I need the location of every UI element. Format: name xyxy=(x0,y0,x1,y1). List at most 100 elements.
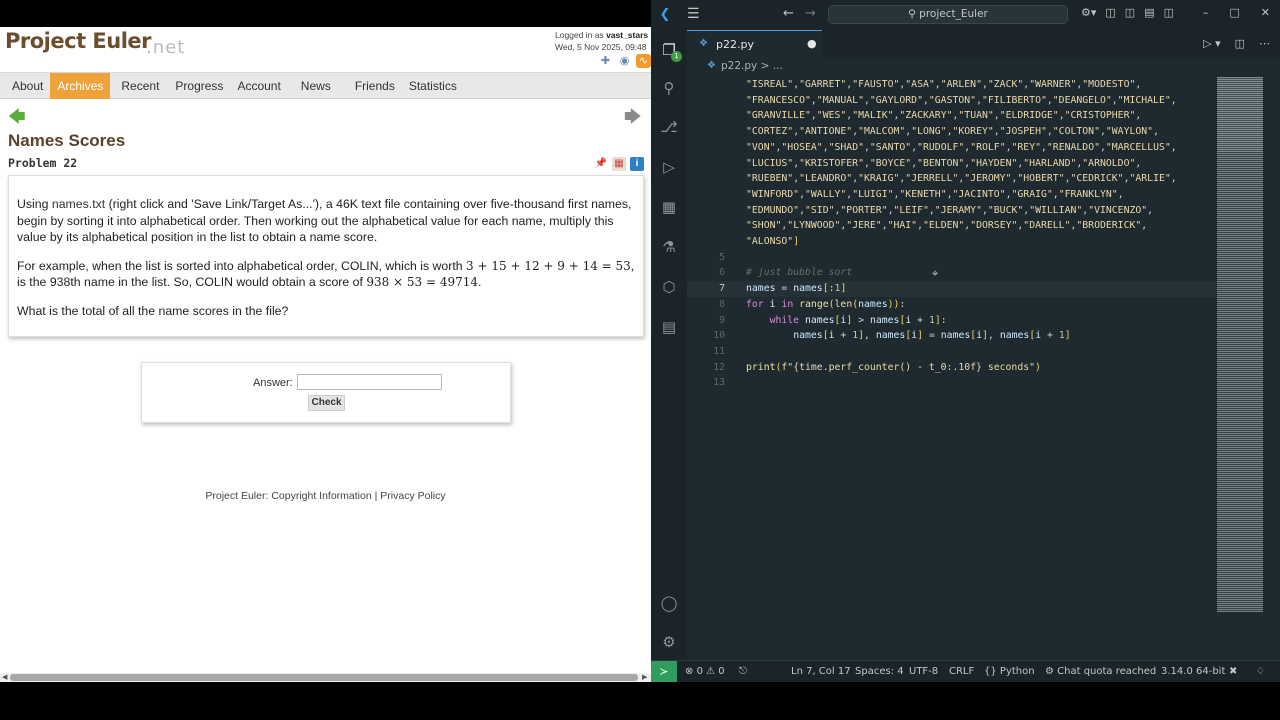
nav-about[interactable]: About xyxy=(0,73,50,99)
privacy-policy-link[interactable]: Privacy Policy xyxy=(380,490,445,502)
bell-icon[interactable]: ♢ xyxy=(1256,661,1265,682)
encoding[interactable]: UTF-8 xyxy=(909,661,938,682)
problem-question: What is the total of all the name scores… xyxy=(17,303,289,318)
source-control-icon[interactable]: ⎇ xyxy=(659,117,679,137)
run-file-icon[interactable]: ▷ ▾ xyxy=(1203,37,1220,50)
problems-indicator[interactable]: ⊗ 0 ⚠ 0 xyxy=(685,661,725,682)
close-icon[interactable]: ✕ xyxy=(1261,6,1270,19)
code-line[interactable]: 10 names[i + 1], names[i] = names[i], na… xyxy=(687,328,1217,344)
mouse-ibeam-icon: ⌖ xyxy=(932,267,939,280)
notifications-off-icon[interactable]: ✖ xyxy=(1229,661,1237,682)
code-text: "EDMUNDO","SID","PORTER","LEIF","JERAMY"… xyxy=(746,204,1154,216)
language-mode[interactable]: {} Python xyxy=(984,661,1035,682)
settings-gear-icon[interactable]: ⚙ xyxy=(659,632,679,652)
remote-explorer-icon[interactable]: ▤ xyxy=(659,317,679,337)
code-line[interactable]: 12 print(f"{time.perf_counter() - t_0:.10… xyxy=(687,360,1217,376)
nav-progress[interactable]: Progress xyxy=(168,73,230,99)
code-line[interactable]: 9 while names[i] > names[i + 1]: xyxy=(687,313,1217,329)
login-date: Wed, 5 Nov 2025, 09:48 xyxy=(555,42,647,52)
code-line[interactable]: 7 names = names[:1] xyxy=(687,281,1217,297)
breadcrumb: ❖ p22.py > ... xyxy=(687,57,1280,77)
code-line[interactable]: "CORTEZ","ANTIONE","MALCOM","LONG","KORE… xyxy=(687,124,1217,140)
indentation[interactable]: Spaces: 4 xyxy=(855,661,904,682)
breadcrumb-path[interactable]: p22.py > ... xyxy=(721,60,783,72)
code-line[interactable]: 5 xyxy=(687,250,1217,266)
copilot-icon[interactable]: ⚙▾ xyxy=(1081,6,1096,19)
nav-account[interactable]: Account xyxy=(230,73,287,99)
pin-icon[interactable]: 📌 xyxy=(594,157,608,171)
extensions-icon[interactable]: ▦ xyxy=(659,197,679,217)
login-username[interactable]: vast_stars xyxy=(606,30,648,40)
minimap-slider[interactable] xyxy=(1217,77,1263,152)
nav-friends[interactable]: Friends xyxy=(348,73,402,99)
next-problem-arrow-icon[interactable]: 🡆 xyxy=(624,108,642,125)
names-file-link[interactable]: names.txt xyxy=(52,197,105,211)
containers-icon[interactable]: ⬡ xyxy=(659,277,679,297)
toggle-panel-icon[interactable]: ▤ xyxy=(1144,6,1154,19)
testing-icon[interactable]: ⚗ xyxy=(659,237,679,257)
minimize-icon[interactable]: – xyxy=(1203,6,1209,19)
print-icon[interactable]: ▦ xyxy=(612,157,626,171)
info-icon[interactable]: i xyxy=(630,157,644,171)
nav-news[interactable]: News xyxy=(294,73,338,99)
nav-archives[interactable]: Archives xyxy=(50,73,111,99)
run-debug-icon[interactable]: ▷ xyxy=(659,157,679,177)
cursor-position[interactable]: Ln 7, Col 17 xyxy=(791,661,851,682)
ports-icon[interactable]: ⎋ xyxy=(739,661,747,682)
copyright-link[interactable]: Copyright Information xyxy=(271,490,371,502)
check-button[interactable]: Check xyxy=(308,395,345,411)
footer-separator: | xyxy=(374,490,378,502)
nav-recent[interactable]: Recent xyxy=(114,73,166,99)
scroll-left-icon[interactable]: ◀ xyxy=(2,673,7,682)
search-icon[interactable]: ⚲ xyxy=(659,78,679,98)
split-editor-icon[interactable]: ◫ xyxy=(1235,37,1245,50)
menu-icon[interactable]: ☰ xyxy=(687,6,703,22)
line-number: 11 xyxy=(713,345,725,357)
code-line[interactable]: "LUCIUS","KRISTOFER","BOYCE","BENTON","H… xyxy=(687,156,1217,172)
code-line[interactable]: 6 # just bubble sort xyxy=(687,265,1217,281)
remote-indicator-icon[interactable]: ≻ xyxy=(651,661,677,682)
previous-problem-arrow-icon[interactable]: 🡄 xyxy=(8,108,26,125)
code-line[interactable]: "ALONSO"] xyxy=(687,234,1217,250)
code-line[interactable]: "RUEBEN","LEANDRO","KRAIG","JERRELL","JE… xyxy=(687,171,1217,187)
site-nav: About Archives Recent Progress Account N… xyxy=(0,72,651,99)
maximize-icon[interactable]: □ xyxy=(1229,6,1239,19)
site-logo[interactable]: Project Euler xyxy=(5,29,152,53)
tab-p22-py[interactable]: ❖ p22.py ● xyxy=(687,30,822,57)
scroll-right-icon[interactable]: ▶ xyxy=(642,673,647,682)
answer-input[interactable] xyxy=(297,374,442,390)
code-line[interactable]: "WINFORD","WALLY","LUIGI","KENETH","JACI… xyxy=(687,187,1217,203)
code-line[interactable]: "VON","HOSEA","SHAD","SANTO","RUDOLF","R… xyxy=(687,140,1217,156)
toggle-secondary-sidebar-icon[interactable]: ◫ xyxy=(1164,6,1174,19)
code-line[interactable]: 11 xyxy=(687,344,1217,360)
scrollbar-thumb[interactable] xyxy=(10,674,638,681)
horizontal-scrollbar[interactable]: ◀ ▶ xyxy=(0,673,651,682)
minimap-content xyxy=(1217,77,1263,612)
back-arrow-icon[interactable]: ← xyxy=(783,6,794,21)
globe-icon[interactable]: ◉ xyxy=(617,54,632,68)
problem-number: Problem 22 xyxy=(8,156,78,170)
chat-status[interactable]: ⚙ Chat quota reached xyxy=(1045,661,1156,682)
code-line[interactable]: "FRANCESCO","MANUAL","GAYLORD","GASTON",… xyxy=(687,93,1217,109)
minimap[interactable] xyxy=(1217,77,1265,612)
more-actions-icon[interactable]: ⋯ xyxy=(1259,37,1270,50)
code-line[interactable]: 8 for i in range(len(names)): xyxy=(687,297,1217,313)
layout-icon[interactable]: ◫ xyxy=(1105,6,1115,19)
code-line[interactable]: "GRANVILLE","WES","MALIK","ZACKARY","TUA… xyxy=(687,108,1217,124)
command-center-search[interactable]: ⚲ project_Euler xyxy=(828,5,1068,24)
code-line[interactable]: "SHON","LYNWOOD","JERE","HAI","ELDEN","D… xyxy=(687,218,1217,234)
toggle-sidebar-icon[interactable]: ◫ xyxy=(1125,6,1135,19)
python-interpreter[interactable]: 3.14.0 64-bit xyxy=(1161,661,1225,682)
code-text: for i in range(len(names)): xyxy=(746,298,906,310)
rss-icon[interactable]: ∿ xyxy=(636,54,651,68)
forward-arrow-icon[interactable]: → xyxy=(805,6,816,21)
nav-statistics[interactable]: Statistics xyxy=(402,73,464,99)
code-line[interactable]: 13 xyxy=(687,375,1217,391)
add-friend-icon[interactable]: ✚ xyxy=(598,54,613,68)
line-ending[interactable]: CRLF xyxy=(949,661,974,682)
unsaved-dot-icon[interactable]: ● xyxy=(807,37,817,50)
code-editor[interactable]: "ISREAL","GARRET","FAUSTO","ASA","ARLEN"… xyxy=(687,77,1217,660)
code-line[interactable]: "EDMUNDO","SID","PORTER","LEIF","JERAMY"… xyxy=(687,203,1217,219)
code-line[interactable]: "ISREAL","GARRET","FAUSTO","ASA","ARLEN"… xyxy=(687,77,1217,93)
account-icon[interactable]: ◯ xyxy=(659,593,679,613)
